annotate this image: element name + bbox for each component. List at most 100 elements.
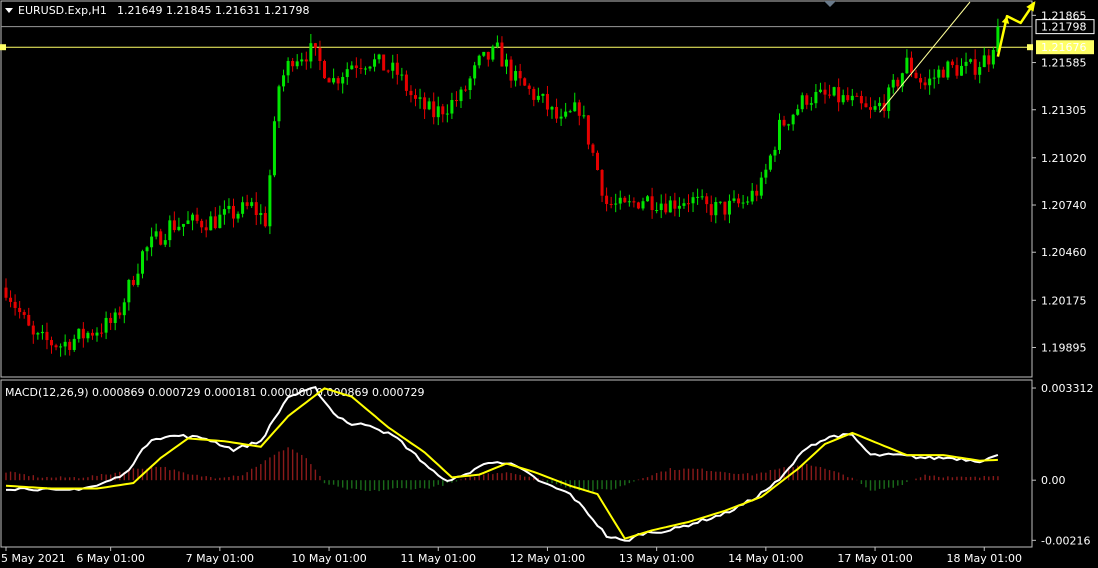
candle-body [277, 86, 281, 122]
candle-body [841, 95, 845, 103]
candle-body [764, 169, 768, 178]
candle-body [673, 200, 677, 209]
candle-body [636, 202, 640, 209]
candle-body [787, 124, 791, 126]
candle-body [441, 106, 445, 115]
candle-body [373, 59, 377, 67]
candle-body [263, 213, 267, 227]
price-tick-label: 1.20740 [1041, 199, 1087, 212]
candle-body [109, 317, 113, 323]
candle-body [177, 226, 181, 231]
candle-body [778, 119, 781, 150]
shift-marker-icon [824, 1, 836, 7]
candle-body [95, 332, 99, 336]
candles [4, 18, 1000, 357]
candle-body [932, 77, 936, 79]
level-handle-right[interactable] [1027, 44, 1033, 51]
candle-body [272, 121, 276, 176]
candle-body [837, 87, 841, 103]
candle-body [614, 203, 618, 205]
candle-body [45, 331, 49, 341]
candle-body [832, 87, 836, 96]
candle-body [291, 60, 295, 67]
candle-body [791, 114, 795, 125]
candle-body [241, 202, 245, 214]
candle-body [818, 89, 822, 92]
candle-body [700, 196, 704, 198]
candle-body [63, 341, 67, 347]
candle-body [186, 220, 190, 224]
candle-body [232, 205, 235, 219]
candle-body [327, 78, 331, 83]
price-tick-label: 1.20460 [1041, 246, 1087, 259]
candle-body [154, 231, 158, 237]
level-handle-left[interactable] [0, 44, 6, 51]
candle-body [709, 204, 713, 216]
candle-body [163, 240, 167, 245]
candle-body [86, 332, 90, 339]
candle-body [445, 113, 449, 115]
candle-body [341, 77, 345, 84]
candle-body [250, 202, 254, 206]
candle-body [955, 65, 959, 76]
candle-body [136, 273, 140, 285]
candle-body [978, 67, 982, 75]
price-tick-label: 1.20175 [1041, 294, 1087, 307]
candle-body [650, 196, 654, 211]
macd-axis: 0.003312 0.00 -0.00216 [1032, 382, 1094, 547]
candle-body [495, 42, 499, 47]
time-tick-label: 7 May 01:00 [186, 552, 254, 565]
candle-body [828, 94, 832, 96]
candle-body [714, 201, 718, 216]
candle-body [145, 247, 149, 252]
candle-body [50, 340, 53, 346]
candle-body [27, 314, 31, 326]
candle-body [245, 202, 249, 206]
candle-body [200, 220, 204, 228]
candle-body [960, 65, 963, 76]
candle-body [382, 54, 386, 71]
candle-body [254, 202, 258, 216]
candle-body [550, 106, 554, 110]
candle-body [536, 95, 540, 100]
candle-body [723, 201, 727, 215]
candle-body [869, 107, 872, 110]
candle-body [618, 197, 622, 204]
candle-body [122, 302, 126, 316]
candle-body [236, 213, 240, 219]
candle-body [22, 312, 26, 315]
candle-body [432, 101, 436, 118]
level-price-label: 1.21676 [1041, 41, 1087, 54]
symbol-title: EURUSD.Exp,H1 [18, 4, 107, 17]
price-tick-label: 1.19895 [1041, 341, 1087, 354]
support-trend-line[interactable] [879, 1, 971, 113]
candle-body [677, 205, 681, 209]
candle-body [741, 202, 745, 204]
candle-body [928, 78, 932, 86]
candle-body [227, 205, 231, 210]
candle-body [218, 214, 222, 229]
candle-body [855, 95, 859, 97]
candle-body [873, 106, 877, 110]
candle-body [591, 144, 595, 153]
candle-body [414, 95, 417, 99]
candle-body [404, 74, 408, 91]
candle-body [568, 111, 572, 113]
trading-chart[interactable]: EURUSD.Exp,H1 1.21649 1.21845 1.21631 1.2… [0, 0, 1098, 568]
candle-body [313, 43, 317, 49]
candle-body [878, 102, 882, 107]
candle-body [259, 213, 263, 216]
candle-body [687, 203, 690, 205]
macd-tick-label: 0.003312 [1041, 382, 1094, 395]
candle-body [896, 79, 900, 87]
candle-body [72, 338, 76, 350]
dropdown-triangle-icon[interactable] [5, 8, 13, 13]
candle-body [555, 106, 559, 119]
candle-body [104, 317, 108, 333]
time-axis: 5 May 2021 6 May 01:00 7 May 01:00 10 May 0… [1, 547, 1022, 565]
candle-body [727, 200, 731, 215]
candle-body [68, 341, 72, 350]
candle-body [668, 200, 672, 213]
candle-body [609, 203, 613, 205]
time-tick-label: 13 May 01:00 [619, 552, 694, 565]
